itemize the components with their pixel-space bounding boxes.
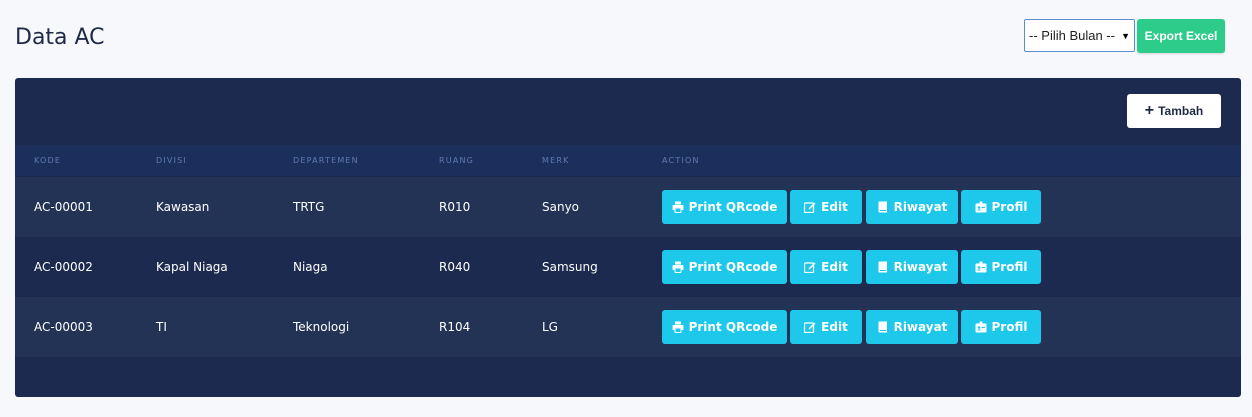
- add-button[interactable]: + Tambah: [1127, 94, 1221, 128]
- export-excel-button[interactable]: Export Excel: [1137, 19, 1225, 53]
- cell-ruang: R010: [439, 200, 471, 214]
- riwayat-button[interactable]: Riwayat: [866, 250, 958, 284]
- cell-merk: LG: [542, 320, 558, 334]
- cell-merk: Samsung: [542, 260, 598, 274]
- cell-departemen: Niaga: [293, 260, 328, 274]
- edit-button[interactable]: Edit: [790, 190, 862, 224]
- column-header-divisi: DIVISI: [156, 156, 187, 165]
- edit-label: Edit: [821, 260, 848, 274]
- riwayat-label: Riwayat: [893, 320, 948, 334]
- cell-departemen: TRTG: [293, 200, 325, 214]
- printer-icon: [672, 201, 684, 213]
- month-select[interactable]: -- Pilih Bulan -- ▼: [1024, 19, 1135, 52]
- cell-departemen: Teknologi: [293, 320, 350, 334]
- profil-button[interactable]: Profil: [961, 190, 1041, 224]
- chevron-down-icon: ▼: [1121, 30, 1130, 41]
- print-qrcode-button[interactable]: Print QRcode: [662, 250, 787, 284]
- cell-ruang: R040: [439, 260, 471, 274]
- profil-button[interactable]: Profil: [961, 310, 1041, 344]
- add-button-label: Tambah: [1158, 104, 1204, 118]
- column-header-ruang: RUANG: [439, 156, 475, 165]
- riwayat-button[interactable]: Riwayat: [866, 310, 958, 344]
- book-icon: [878, 261, 887, 273]
- edit-icon: [804, 262, 816, 273]
- cell-divisi: TI: [156, 320, 167, 334]
- table-row: AC-00003 TI Teknologi R104 LG Print QRco…: [15, 297, 1241, 357]
- print-qrcode-button[interactable]: Print QRcode: [662, 190, 787, 224]
- edit-label: Edit: [821, 200, 848, 214]
- column-header-merk: MERK: [542, 156, 570, 165]
- edit-icon: [804, 202, 816, 213]
- cell-divisi: Kawasan: [156, 200, 210, 214]
- cell-divisi: Kapal Niaga: [156, 260, 228, 274]
- profil-button[interactable]: Profil: [961, 250, 1041, 284]
- column-header-action: ACTION: [662, 156, 700, 165]
- id-card-icon: [975, 261, 987, 273]
- print-qrcode-label: Print QRcode: [688, 200, 778, 214]
- page-title: Data AC: [15, 25, 105, 50]
- edit-icon: [804, 322, 816, 333]
- riwayat-button[interactable]: Riwayat: [866, 190, 958, 224]
- printer-icon: [672, 261, 684, 273]
- book-icon: [878, 321, 887, 333]
- month-select-value: -- Pilih Bulan --: [1029, 28, 1115, 43]
- id-card-icon: [975, 321, 987, 333]
- printer-icon: [672, 321, 684, 333]
- id-card-icon: [975, 201, 987, 213]
- table-row: AC-00002 Kapal Niaga Niaga R040 Samsung …: [15, 237, 1241, 297]
- table-row: AC-00001 Kawasan TRTG R010 Sanyo Print Q…: [15, 177, 1241, 237]
- profil-label: Profil: [991, 320, 1028, 334]
- cell-ruang: R104: [439, 320, 471, 334]
- edit-label: Edit: [821, 320, 848, 334]
- cell-kode: AC-00003: [34, 320, 93, 334]
- cell-kode: AC-00002: [34, 260, 93, 274]
- book-icon: [878, 201, 887, 213]
- plus-icon: +: [1144, 102, 1155, 119]
- edit-button[interactable]: Edit: [790, 310, 862, 344]
- profil-label: Profil: [991, 260, 1028, 274]
- riwayat-label: Riwayat: [893, 260, 948, 274]
- profil-label: Profil: [991, 200, 1028, 214]
- column-header-kode: KODE: [34, 156, 62, 165]
- table-header: KODE DIVISI DEPARTEMEN RUANG MERK ACTION: [15, 145, 1241, 176]
- column-header-departemen: DEPARTEMEN: [293, 156, 359, 165]
- print-qrcode-label: Print QRcode: [688, 320, 778, 334]
- print-qrcode-label: Print QRcode: [688, 260, 778, 274]
- cell-merk: Sanyo: [542, 200, 580, 214]
- edit-button[interactable]: Edit: [790, 250, 862, 284]
- cell-kode: AC-00001: [34, 200, 93, 214]
- data-card: + Tambah KODE DIVISI DEPARTEMEN RUANG ME…: [15, 78, 1241, 397]
- print-qrcode-button[interactable]: Print QRcode: [662, 310, 787, 344]
- riwayat-label: Riwayat: [893, 200, 948, 214]
